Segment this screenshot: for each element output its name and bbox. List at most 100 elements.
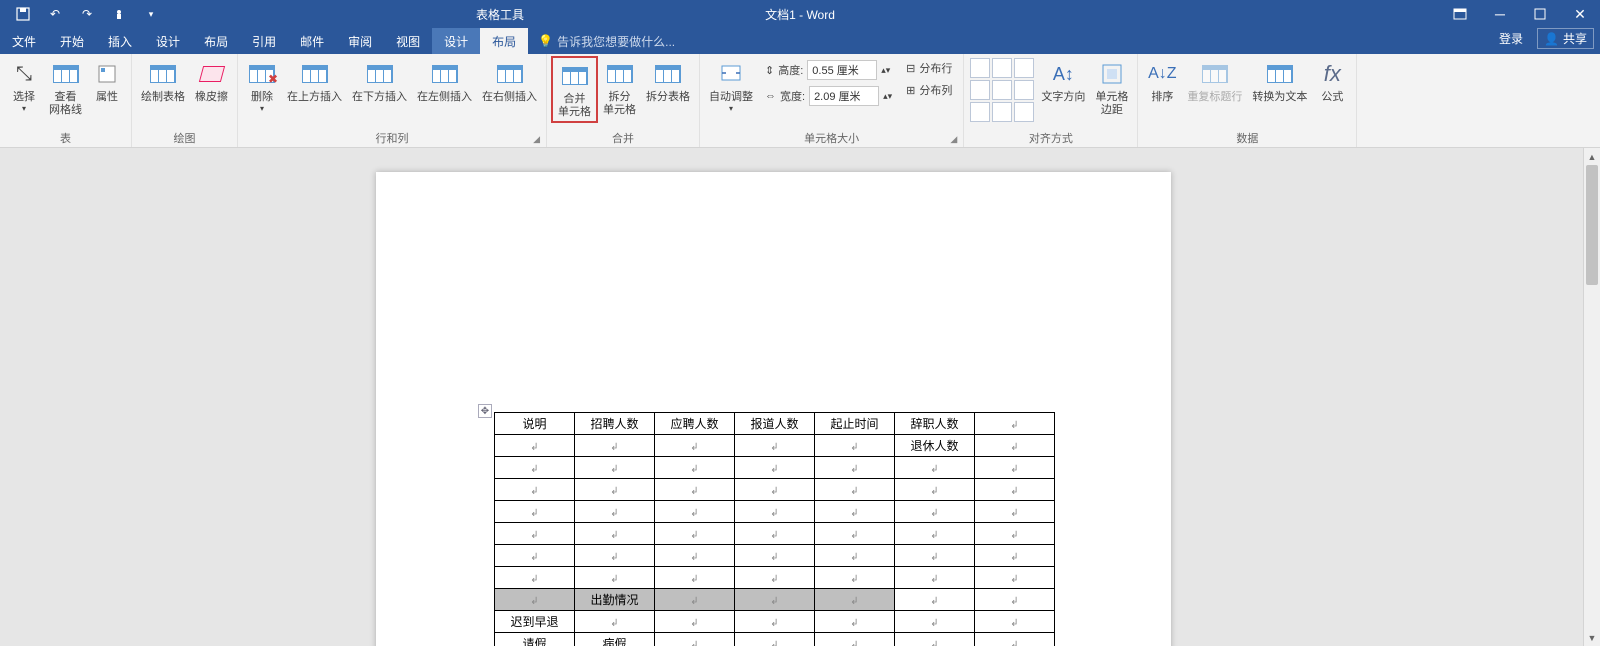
ribbon-display-button[interactable] bbox=[1440, 0, 1480, 28]
minimize-button[interactable]: ─ bbox=[1480, 0, 1520, 28]
draw-table-button[interactable]: 绘制表格 bbox=[136, 56, 190, 106]
sort-icon: A↓Z bbox=[1147, 59, 1177, 89]
cell-attend[interactable]: 出勤情况 bbox=[575, 589, 655, 611]
qat-customize-button[interactable]: ▾ bbox=[136, 2, 166, 26]
properties-button[interactable]: 属性 bbox=[87, 56, 127, 106]
delete-button[interactable]: ✖删除▾ bbox=[242, 56, 282, 115]
cellsize-launcher[interactable]: ◢ bbox=[950, 134, 957, 145]
cell-header-6[interactable]: ↲ bbox=[975, 413, 1055, 435]
tab-insert[interactable]: 插入 bbox=[96, 28, 144, 54]
cell-header-5[interactable]: 辞职人数 bbox=[895, 413, 975, 435]
align-bot-left[interactable] bbox=[970, 102, 990, 122]
vertical-scrollbar[interactable]: ▲ ▼ bbox=[1583, 148, 1600, 646]
tab-file[interactable]: 文件 bbox=[0, 28, 48, 54]
view-gridlines-button[interactable]: 查看 网格线 bbox=[44, 56, 87, 119]
save-button[interactable] bbox=[8, 2, 38, 26]
insert-above-button[interactable]: 在上方插入 bbox=[282, 56, 347, 106]
width-field[interactable]: ⇔宽度:▴▾ bbox=[761, 84, 896, 108]
split-table-button[interactable]: 拆分表格 bbox=[641, 56, 695, 106]
document-table[interactable]: 说明 招聘人数 应聘人数 报道人数 起止时间 辞职人数 ↲ ↲↲↲↲↲ 退休人数… bbox=[494, 412, 1055, 646]
autofit-icon bbox=[716, 59, 746, 89]
maximize-button[interactable] bbox=[1520, 0, 1560, 28]
scroll-thumb[interactable] bbox=[1586, 165, 1598, 285]
eraser-button[interactable]: 橡皮擦 bbox=[190, 56, 233, 106]
group-label-draw: 绘图 bbox=[136, 128, 233, 147]
repeat-header-button[interactable]: 重复标题行 bbox=[1182, 56, 1247, 106]
tab-table-layout[interactable]: 布局 bbox=[480, 28, 528, 54]
dist-rows-icon: ⊟ bbox=[906, 62, 915, 75]
align-bot-right[interactable] bbox=[1014, 102, 1034, 122]
close-button[interactable]: ✕ bbox=[1560, 0, 1600, 28]
contextual-tab-title: 表格工具 bbox=[440, 2, 560, 27]
height-field[interactable]: ⇕高度:▴▾ bbox=[761, 58, 896, 82]
split-cells-button[interactable]: 拆分 单元格 bbox=[598, 56, 641, 119]
formula-icon: fx bbox=[1317, 59, 1347, 89]
table-row: ↲↲↲↲↲↲↲ bbox=[495, 545, 1055, 567]
autofit-button[interactable]: 自动调整▾ bbox=[704, 56, 758, 115]
group-table: ⤡选择▾ 查看 网格线 属性 表 bbox=[0, 54, 132, 147]
insert-below-button[interactable]: 在下方插入 bbox=[347, 56, 412, 106]
table-row: ↲↲↲↲↲ 退休人数 ↲ bbox=[495, 435, 1055, 457]
cell-sick[interactable]: 病假 bbox=[575, 633, 655, 646]
text-direction-button[interactable]: A↕文字方向 bbox=[1036, 56, 1090, 106]
cell-late[interactable]: 迟到早退 bbox=[495, 611, 575, 633]
ribbon-tabs: 文件 开始 插入 设计 布局 引用 邮件 审阅 视图 设计 布局 💡 告诉我您想… bbox=[0, 28, 1600, 54]
select-button[interactable]: ⤡选择▾ bbox=[4, 56, 44, 115]
align-top-left[interactable] bbox=[970, 58, 990, 78]
align-top-right[interactable] bbox=[1014, 58, 1034, 78]
align-mid-center[interactable] bbox=[992, 80, 1012, 100]
align-mid-left[interactable] bbox=[970, 80, 990, 100]
tab-design[interactable]: 设计 bbox=[144, 28, 192, 54]
insert-right-icon bbox=[495, 59, 525, 89]
cell-header-2[interactable]: 应聘人数 bbox=[655, 413, 735, 435]
tab-references[interactable]: 引用 bbox=[240, 28, 288, 54]
cell-leave[interactable]: 请假 bbox=[495, 633, 575, 646]
rowscols-launcher[interactable]: ◢ bbox=[533, 134, 540, 145]
tab-view[interactable]: 视图 bbox=[384, 28, 432, 54]
tab-review[interactable]: 审阅 bbox=[336, 28, 384, 54]
height-input[interactable] bbox=[807, 60, 877, 80]
scroll-up-button[interactable]: ▲ bbox=[1584, 148, 1600, 165]
redo-button[interactable]: ↷ bbox=[72, 2, 102, 26]
table-row: 说明 招聘人数 应聘人数 报道人数 起止时间 辞职人数 ↲ bbox=[495, 413, 1055, 435]
cursor-icon: ⤡ bbox=[9, 59, 39, 89]
cell-margins-button[interactable]: 单元格 边距 bbox=[1090, 56, 1133, 119]
align-top-center[interactable] bbox=[992, 58, 1012, 78]
document-area[interactable]: ✥ 说明 招聘人数 应聘人数 报道人数 起止时间 辞职人数 ↲ ↲↲↲↲↲ 退休… bbox=[0, 148, 1600, 646]
convert-text-button[interactable]: 转换为文本 bbox=[1247, 56, 1312, 106]
cell-header-4[interactable]: 起止时间 bbox=[815, 413, 895, 435]
repeat-header-icon bbox=[1200, 59, 1230, 89]
tab-layout[interactable]: 布局 bbox=[192, 28, 240, 54]
cell-retire[interactable]: 退休人数 bbox=[895, 435, 975, 457]
group-label-cellsize: 单元格大小◢ bbox=[704, 128, 959, 147]
cell-header-3[interactable]: 报道人数 bbox=[735, 413, 815, 435]
insert-above-icon bbox=[300, 59, 330, 89]
align-bot-center[interactable] bbox=[992, 102, 1012, 122]
merge-cells-button[interactable]: 合并 单元格 bbox=[551, 56, 598, 123]
undo-button[interactable]: ↶ bbox=[40, 2, 70, 26]
width-input[interactable] bbox=[809, 86, 879, 106]
cell-header-0[interactable]: 说明 bbox=[495, 413, 575, 435]
tell-me-search[interactable]: 💡 告诉我您想要做什么... bbox=[528, 28, 685, 54]
merge-cells-icon bbox=[560, 61, 590, 91]
cell-header-1[interactable]: 招聘人数 bbox=[575, 413, 655, 435]
tab-home[interactable]: 开始 bbox=[48, 28, 96, 54]
touch-mode-button[interactable] bbox=[104, 2, 134, 26]
width-label: 宽度: bbox=[780, 88, 805, 104]
align-mid-right[interactable] bbox=[1014, 80, 1034, 100]
insert-left-button[interactable]: 在左侧插入 bbox=[412, 56, 477, 106]
table-row: 请假 病假 ↲↲↲↲↲ bbox=[495, 633, 1055, 646]
tab-mailings[interactable]: 邮件 bbox=[288, 28, 336, 54]
sort-button[interactable]: A↓Z排序 bbox=[1142, 56, 1182, 106]
titlebar: ↶ ↷ ▾ 表格工具 文档1 - Word ─ ✕ bbox=[0, 0, 1600, 28]
scroll-down-button[interactable]: ▼ bbox=[1584, 629, 1600, 646]
formula-button[interactable]: fx公式 bbox=[1312, 56, 1352, 106]
distribute-rows-button[interactable]: ⊟分布行 bbox=[902, 58, 956, 78]
insert-right-button[interactable]: 在右侧插入 bbox=[477, 56, 542, 106]
tab-table-design[interactable]: 设计 bbox=[432, 28, 480, 54]
group-cellsize: 自动调整▾ ⇕高度:▴▾ ⇔宽度:▴▾ ⊟分布行 ⊞分布列 单元格大小◢ bbox=[700, 54, 964, 147]
distribute-cols-button[interactable]: ⊞分布列 bbox=[902, 80, 956, 100]
share-button[interactable]: 👤 共享 bbox=[1537, 28, 1594, 49]
login-link[interactable]: 登录 bbox=[1491, 28, 1531, 49]
table-move-handle[interactable]: ✥ bbox=[478, 404, 492, 418]
